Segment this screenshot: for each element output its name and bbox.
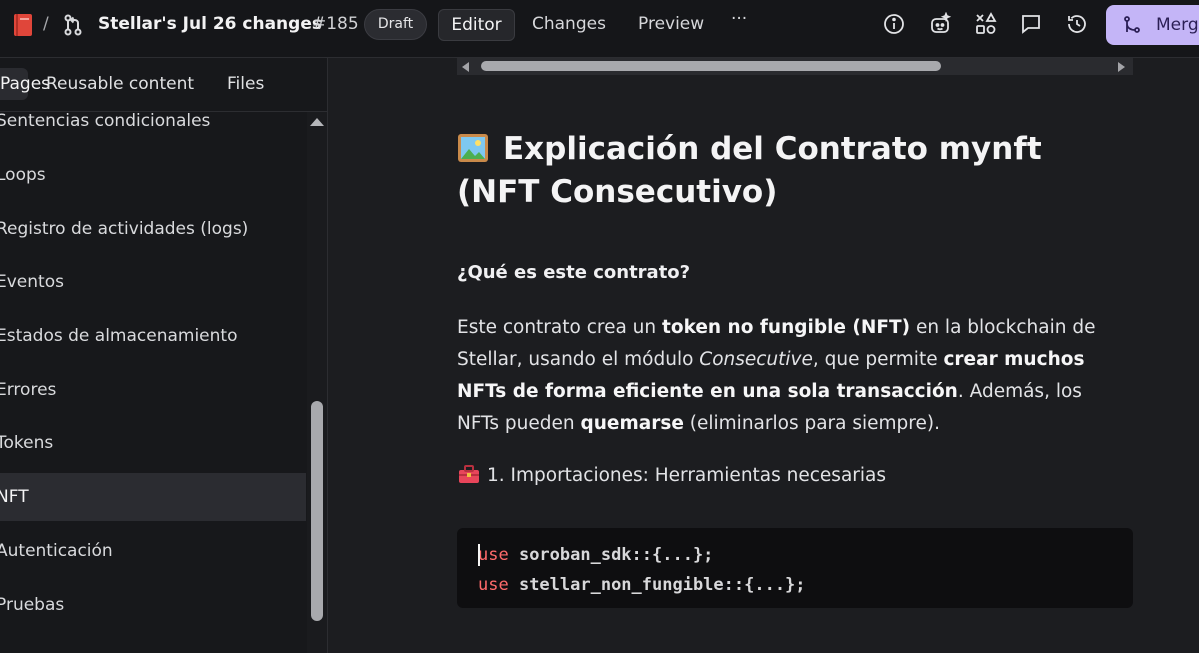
history-icon[interactable] [1065, 12, 1089, 36]
merge-icon [1124, 16, 1140, 33]
draft-badge: Draft [364, 9, 427, 40]
ai-assistant-icon[interactable] [928, 12, 952, 36]
sidebar-item-loops[interactable]: Loops [0, 151, 306, 199]
code-block[interactable]: use soroban_sdk::{...}; use stellar_non_… [457, 528, 1133, 608]
sidebar-tabs: Pages Reusable content Files [0, 58, 327, 112]
sidebar-item-tokens[interactable]: Tokens [0, 419, 306, 467]
code-line: use soroban_sdk::{...}; [478, 545, 714, 565]
merge-label: Merge [1156, 15, 1199, 35]
more-options-button[interactable]: ··· [731, 9, 747, 29]
sidebar-item-sentencias[interactable]: Sentencias condicionales [0, 112, 306, 145]
tab-editor[interactable]: Editor [438, 9, 515, 41]
tab-files[interactable]: Files [227, 68, 264, 100]
scroll-left-arrow-icon[interactable] [462, 62, 469, 72]
top-bar: / Stellar's Jul 26 changes #185 Draft Ed… [0, 0, 1199, 58]
toolbox-icon [459, 465, 479, 483]
tab-pages[interactable]: Pages [0, 68, 50, 100]
editor-pane: Explicación del Contrato mynft (NFT Cons… [329, 58, 1199, 653]
sidebar-item-pruebas[interactable]: Pruebas [0, 581, 306, 629]
scroll-up-arrow-icon[interactable] [310, 118, 324, 126]
sidebar-scroll-thumb[interactable] [311, 401, 323, 621]
tab-reusable-content[interactable]: Reusable content [46, 68, 194, 100]
info-icon[interactable] [882, 12, 906, 36]
tab-changes[interactable]: Changes [532, 9, 606, 41]
scroll-right-arrow-icon[interactable] [1118, 62, 1125, 72]
horizontal-scroll-thumb[interactable] [481, 61, 941, 71]
sidebar-item-almacenamiento[interactable]: Estados de almacenamiento [0, 312, 306, 360]
tab-preview[interactable]: Preview [638, 9, 704, 41]
code-line: use stellar_non_fungible::{...}; [478, 575, 806, 595]
framed-picture-icon [458, 134, 488, 162]
sidebar-item-eventos[interactable]: Eventos [0, 258, 306, 306]
sidebar: Pages Reusable content Files Sentencias … [0, 58, 328, 653]
branch-icon [64, 14, 82, 36]
sidebar-item-errores[interactable]: Errores [0, 366, 306, 414]
book-icon[interactable] [12, 13, 34, 37]
sidebar-item-logs[interactable]: Registro de actividades (logs) [0, 205, 306, 253]
merge-button[interactable]: Merge [1106, 5, 1199, 45]
change-request-title[interactable]: Stellar's Jul 26 changes [98, 14, 322, 34]
page-tree: Sentencias condicionales Loops Registro … [0, 112, 306, 653]
step-heading[interactable]: 1. Importaciones: Herramientas necesaria… [457, 464, 886, 486]
breadcrumb-separator: / [43, 14, 49, 34]
page-title[interactable]: Explicación del Contrato mynft (NFT Cons… [457, 128, 1097, 214]
change-request-number: #185 [312, 14, 359, 34]
intro-paragraph[interactable]: Este contrato crea un token no fungible … [457, 312, 1117, 440]
text-cursor [478, 544, 480, 566]
sidebar-item-autenticacion[interactable]: Autenticación [0, 527, 306, 575]
comment-icon[interactable] [1019, 12, 1043, 36]
sidebar-item-nft[interactable]: NFT [0, 473, 306, 521]
section-heading[interactable]: ¿Qué es este contrato? [457, 262, 690, 283]
shapes-icon[interactable] [974, 12, 998, 36]
